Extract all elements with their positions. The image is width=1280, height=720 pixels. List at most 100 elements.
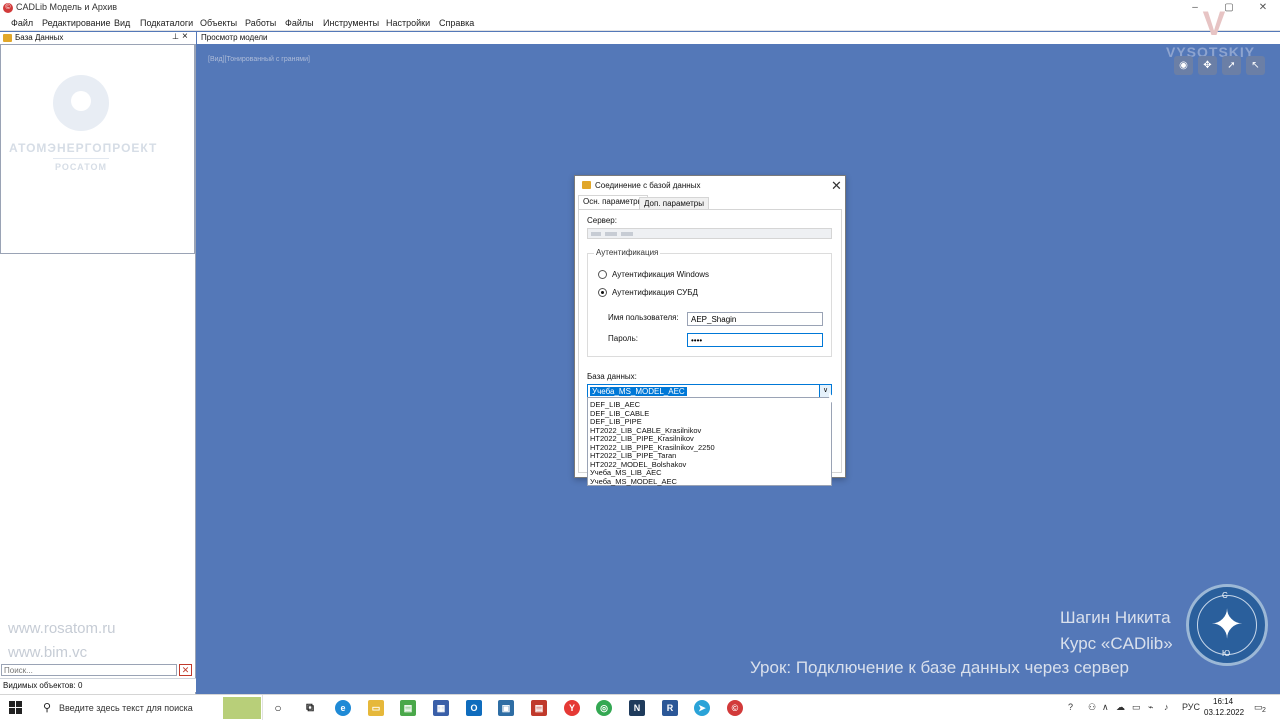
menu-subcatalogs[interactable]: Подкаталоги bbox=[140, 18, 193, 28]
app-icon-r[interactable]: R bbox=[662, 700, 678, 716]
language-indicator[interactable]: РУС bbox=[1182, 702, 1200, 712]
database-option[interactable]: DEF_LIB_PIPE bbox=[590, 418, 642, 426]
app-icon: © bbox=[3, 3, 13, 13]
help-icon[interactable]: ? bbox=[1068, 702, 1073, 712]
outlook-icon[interactable]: O bbox=[466, 700, 482, 716]
file-explorer-icon[interactable]: ▭ bbox=[368, 700, 384, 716]
model-view-tab-label: Просмотр модели bbox=[201, 33, 268, 42]
blurred-text bbox=[605, 232, 617, 236]
rosatom-logo-icon bbox=[53, 75, 109, 131]
notification-count: 2 bbox=[1262, 707, 1266, 714]
database-option[interactable]: DEF_LIB_AEC bbox=[590, 401, 640, 409]
tab-main-params[interactable]: Осн. параметры bbox=[578, 195, 649, 209]
yandex-icon[interactable]: Y bbox=[564, 700, 580, 716]
auth-dbms-radio[interactable] bbox=[598, 288, 607, 297]
course-caption: Курс «CADlib» bbox=[1060, 634, 1173, 653]
app-icon-blue[interactable]: ▣ bbox=[498, 700, 514, 716]
menu-tools[interactable]: Инструменты bbox=[323, 18, 379, 28]
people-icon[interactable]: ⚇ bbox=[1088, 702, 1096, 713]
eye-icon[interactable]: ◉ bbox=[1174, 56, 1193, 75]
search-input[interactable] bbox=[1, 664, 177, 676]
taskbar-search[interactable]: ⚲ Введите здесь текст для поиска bbox=[33, 695, 263, 720]
cortana-icon[interactable]: ○ bbox=[270, 700, 286, 716]
app-icon-grid[interactable]: ▦ bbox=[433, 700, 449, 716]
start-button[interactable] bbox=[9, 701, 23, 715]
app-icon-n[interactable]: N bbox=[629, 700, 645, 716]
pointer-icon[interactable]: ↖ bbox=[1246, 56, 1265, 75]
menu-works[interactable]: Работы bbox=[245, 18, 276, 28]
database-option[interactable]: Учеба_MS_MODEL_AEC bbox=[590, 477, 677, 486]
visible-objects-count: Видимых объектов: 0 bbox=[3, 681, 83, 690]
onedrive-icon[interactable]: ☁ bbox=[1116, 702, 1125, 713]
menu-file[interactable]: Файл bbox=[11, 18, 33, 28]
app-icon-red[interactable]: ▤ bbox=[531, 700, 547, 716]
menu-settings[interactable]: Настройки bbox=[386, 18, 430, 28]
clock-date[interactable]: 03.12.2022 bbox=[1204, 708, 1244, 717]
blurred-text bbox=[621, 232, 633, 236]
chrome-icon[interactable]: ◎ bbox=[596, 700, 612, 716]
menu-objects[interactable]: Объекты bbox=[200, 18, 237, 28]
blurred-text bbox=[591, 232, 601, 236]
database-label: База данных: bbox=[587, 372, 637, 381]
compass-south: Ю bbox=[1222, 649, 1231, 658]
db-connection-dialog: Соединение с базой данных ✕ Осн. парамет… bbox=[574, 175, 846, 486]
watermark-divider bbox=[53, 158, 109, 159]
search-icon: ⚲ bbox=[43, 702, 52, 714]
menu-view[interactable]: Вид bbox=[114, 18, 130, 28]
app-icon-green[interactable]: ▤ bbox=[400, 700, 416, 716]
taskbar-search-placeholder: Введите здесь текст для поиска bbox=[59, 703, 193, 713]
status-bar: Видимых объектов: 0 bbox=[0, 678, 196, 692]
chevron-up-icon[interactable]: ∧ bbox=[1102, 702, 1109, 713]
model-view-tab[interactable]: Просмотр модели bbox=[197, 32, 1280, 44]
telegram-icon[interactable]: ➤ bbox=[694, 700, 710, 716]
pin-icon[interactable]: ⊥ bbox=[172, 32, 179, 41]
volume-icon[interactable]: ♪ bbox=[1164, 702, 1169, 712]
watermark-company: АТОМЭНЕРГОПРОЕКТ bbox=[9, 141, 158, 155]
auth-dbms-label[interactable]: Аутентификация СУБД bbox=[612, 288, 698, 297]
dialog-close-button[interactable]: ✕ bbox=[831, 178, 842, 194]
tab-extra-params[interactable]: Доп. параметры bbox=[639, 197, 709, 209]
menu-edit[interactable]: Редактирование bbox=[42, 18, 111, 28]
menu-bar: Файл Редактирование Вид Подкаталоги Объе… bbox=[0, 16, 1280, 31]
search-highlight-image bbox=[223, 697, 261, 719]
view-mode-label[interactable]: [Вид][Тонированный с гранями] bbox=[208, 56, 310, 63]
database-select[interactable]: Учеба_MS_MODEL_AEC ∨ bbox=[587, 384, 832, 398]
database-dropdown-list: DEF_LIB_AEC DEF_LIB_CABLE DEF_LIB_PIPE H… bbox=[587, 397, 832, 486]
task-view-icon[interactable]: ⧉ bbox=[302, 700, 318, 716]
taskbar: ⚲ Введите здесь текст для поиска ○ ⧉ e ▭… bbox=[0, 694, 1280, 720]
author-caption: Шагин Никита bbox=[1060, 608, 1171, 627]
database-icon bbox=[582, 181, 591, 189]
database-option[interactable]: HT2022_LIB_PIPE_Krasilnikov bbox=[590, 435, 694, 443]
server-input[interactable] bbox=[587, 228, 832, 239]
clock-time[interactable]: 16:14 bbox=[1213, 697, 1233, 706]
menu-files[interactable]: Файлы bbox=[285, 18, 314, 28]
database-tree[interactable]: АТОМЭНЕРГОПРОЕКТ РОСАТОМ bbox=[0, 44, 195, 254]
brand-logo-icon: V bbox=[1202, 5, 1226, 43]
edge-icon[interactable]: e bbox=[335, 700, 351, 716]
username-field[interactable] bbox=[687, 312, 823, 326]
navigate-icon[interactable]: ➚ bbox=[1222, 56, 1241, 75]
database-panel-header: База Данных ⊥ × bbox=[0, 31, 196, 44]
database-option[interactable]: HT2022_LIB_PIPE_Taran bbox=[590, 452, 676, 460]
compass-north: С bbox=[1222, 591, 1228, 600]
watermark-group: РОСАТОМ bbox=[55, 162, 107, 172]
database-panel-title: База Данных bbox=[15, 33, 64, 42]
clear-search-button[interactable]: ✕ bbox=[179, 664, 192, 676]
window-title: CADLib Модель и Архив bbox=[16, 2, 118, 12]
compass-icon: ✦ С Ю bbox=[1186, 584, 1268, 666]
auth-windows-label[interactable]: Аутентификация Windows bbox=[612, 270, 709, 279]
watermark-url-bim: www.bim.vc bbox=[8, 644, 88, 661]
auth-windows-radio[interactable] bbox=[598, 270, 607, 279]
database-selected-value: Учеба_MS_MODEL_AEC bbox=[590, 387, 687, 396]
close-panel-button[interactable]: × bbox=[182, 31, 188, 42]
network-icon[interactable]: ⌁ bbox=[1148, 702, 1153, 713]
database-option[interactable]: Учеба_MS_LIB_AEC bbox=[590, 469, 662, 477]
watermark-url-rosatom: www.rosatom.ru bbox=[8, 620, 116, 637]
close-window-button[interactable]: ✕ bbox=[1246, 0, 1280, 16]
username-label: Имя пользователя: bbox=[608, 313, 679, 322]
menu-help[interactable]: Справка bbox=[439, 18, 474, 28]
password-field[interactable] bbox=[687, 333, 823, 347]
cadlib-taskbar-icon[interactable]: © bbox=[727, 700, 743, 716]
globe-icon[interactable]: ✥ bbox=[1198, 56, 1217, 75]
display-icon[interactable]: ▭ bbox=[1132, 702, 1141, 713]
